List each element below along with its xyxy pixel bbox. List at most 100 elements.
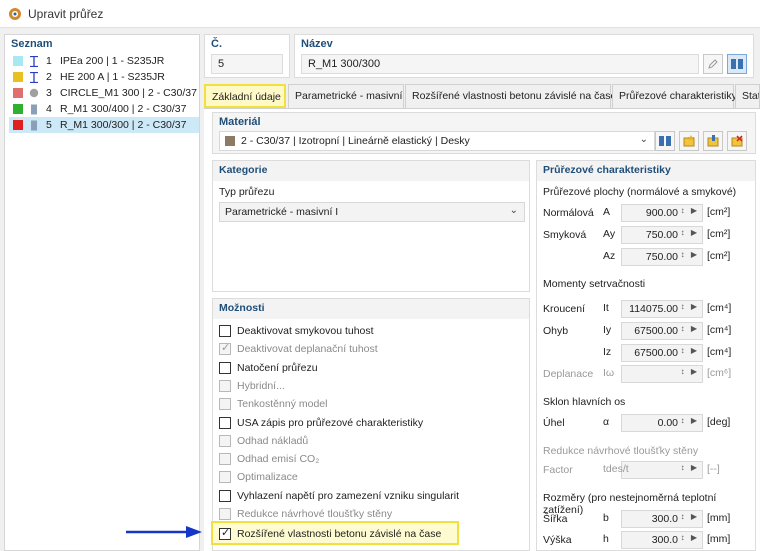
number-label: Č. [211, 38, 222, 50]
spinner-arrows-icon[interactable]: ↕ ▶ [681, 346, 699, 355]
torsion-label: Kroucení [543, 303, 586, 315]
spinner-arrows-icon[interactable]: ↕ ▶ [681, 302, 699, 311]
circle-section-icon [28, 87, 40, 99]
area-Az[interactable]: 750.00 ↕ ▶ [621, 248, 703, 266]
option-checkbox[interactable]: Rozšířené vlastnosti betonu závislé na č… [219, 526, 441, 542]
checkbox-unchecked[interactable] [219, 489, 231, 502]
area-Ay-unit: [cm²] [707, 228, 731, 240]
section-type-select[interactable]: Parametrické - masivní I ⌄ [219, 202, 525, 222]
angle-alpha[interactable]: 0.00 ↕ ▶ [621, 414, 703, 432]
checkbox-unchecked[interactable] [219, 325, 231, 337]
list-item-label: R_M1 300/400 | 2 - C30/37 [60, 103, 187, 115]
option-checkbox[interactable]: Natočení průřezu [219, 360, 318, 376]
tab-section-properties[interactable]: Průřezové charakteristiky [612, 84, 737, 108]
checkbox-unchecked[interactable] [219, 361, 231, 374]
option-checkbox: Odhad nákladů [219, 433, 308, 449]
option-checkbox[interactable]: Vyhlazení napětí pro zamezení vzniku sin… [219, 488, 459, 504]
option-label: Natočení průřezu [237, 361, 318, 374]
tab-parametric[interactable]: Parametrické - masivní I [288, 84, 408, 108]
library-button[interactable] [727, 54, 747, 74]
option-label: Tenkostěnný model [237, 398, 328, 411]
option-label: Deaktivovat deplanační tuhost [237, 343, 378, 356]
spinner-arrows-icon[interactable]: ↕ ▶ [681, 416, 699, 425]
spinner-arrows-icon[interactable]: ↕ ▶ [681, 250, 699, 259]
option-checkbox[interactable]: Deaktivovat smykovou tuhost [219, 323, 374, 339]
tab-time-dependent[interactable]: Rozšířené vlastnosti betonu závislé na č… [405, 84, 616, 108]
tab-bar: Základní údaje Parametrické - masivní I … [204, 84, 760, 108]
option-checkbox: Tenkostěnný model [219, 396, 327, 412]
color-swatch [13, 104, 23, 114]
checkbox-unchecked [219, 379, 231, 392]
warping-label: Deplanace [543, 368, 594, 380]
option-checkbox: Hybridní... [219, 378, 285, 394]
area-Ay[interactable]: 750.00 ↕ ▶ [621, 226, 703, 244]
angle-alpha-unit: [deg] [707, 416, 731, 428]
list-item[interactable]: 2 HE 200 A | 1 - S235JR [9, 69, 199, 85]
tab-stat[interactable]: Stat [735, 84, 760, 108]
spinner-arrows-icon[interactable]: ↕ ▶ [681, 206, 699, 215]
edit-material-button[interactable] [703, 131, 723, 151]
spinner-arrows-icon[interactable]: ↕ ▶ [681, 324, 699, 333]
areas-title: Průřezové plochy (normálové a smykové) [543, 186, 737, 198]
dim-b-symbol: b [603, 512, 609, 524]
list-item[interactable]: 4 R_M1 300/400 | 2 - C30/37 [9, 101, 199, 117]
spinner-arrows-icon[interactable]: ↕ ▶ [681, 512, 699, 521]
factor-tdes-symbol: tdes/t [603, 463, 629, 475]
material-label: Materiál [219, 116, 261, 128]
dim-b-unit: [mm] [707, 512, 731, 524]
material-value: 2 - C30/37 | Izotropní | Lineárně elasti… [241, 135, 470, 147]
tab-basic[interactable]: Základní údaje [204, 84, 286, 108]
option-label: Deaktivovat smykovou tuhost [237, 325, 374, 337]
area-A-symbol: A [603, 206, 611, 218]
inertia-Iz[interactable]: 67500.00 ↕ ▶ [621, 344, 703, 362]
material-select[interactable]: 2 - C30/37 | Izotropní | Lineárně elasti… [219, 131, 655, 151]
option-checkbox: Redukce návrhové tloušťky stěny [219, 506, 392, 522]
checkbox-unchecked[interactable] [219, 416, 231, 429]
options-panel: Možnosti Deaktivovat smykovou tuhost Deak… [212, 298, 530, 551]
name-label: Název [301, 38, 333, 50]
color-swatch [13, 72, 23, 82]
inertia-Iy[interactable]: 67500.00 ↕ ▶ [621, 322, 703, 340]
checkbox-unchecked [219, 508, 231, 520]
list-item[interactable]: 1 IPEa 200 | 1 - S235JR [9, 53, 199, 69]
edit-name-button[interactable] [703, 54, 723, 74]
factor-tdes: ↕ ▶ [621, 461, 703, 479]
inertia-Iz-value: 67500.00 [634, 347, 678, 359]
area-Az-value: 750.00 [645, 251, 678, 263]
checkbox-unchecked [219, 434, 231, 447]
inertia-It-symbol: It [603, 302, 609, 314]
option-label: Hybridní... [237, 379, 285, 392]
number-field[interactable]: 5 [211, 54, 283, 74]
chevron-down-icon: ⌄ [639, 134, 648, 145]
dim-b[interactable]: 300.0 ↕ ▶ [621, 510, 703, 528]
spinner-arrows-icon[interactable]: ↕ ▶ [681, 533, 699, 542]
area-A[interactable]: 900.00 ↕ ▶ [621, 204, 703, 222]
dim-h[interactable]: 300.0 ↕ ▶ [621, 531, 703, 549]
name-field[interactable]: R_M1 300/300 [301, 54, 699, 74]
option-checkbox[interactable]: USA zápis pro průřezové charakteristiky [219, 415, 423, 431]
inertia-Iy-value: 67500.00 [634, 325, 678, 337]
dim-h-symbol: h [603, 533, 609, 545]
inertia-It[interactable]: 114075.00 ↕ ▶ [621, 300, 703, 318]
material-library-button[interactable] [655, 131, 675, 151]
options-title: Možnosti [219, 302, 265, 314]
color-swatch [13, 56, 23, 66]
new-material-button[interactable] [679, 131, 699, 151]
checkbox-checked[interactable] [219, 526, 231, 540]
material-color-swatch [225, 136, 235, 146]
section-properties-panel: Průřezové charakteristiky Průřezové ploc… [536, 160, 756, 551]
pencil-icon [708, 59, 718, 69]
list-item-number: 5 [46, 119, 52, 131]
inertia-Iw-unit: [cm⁶] [707, 367, 732, 379]
new-material-icon [683, 135, 695, 147]
inertia-Iw: ↕ ▶ [621, 365, 703, 383]
inertia-Iz-symbol: Iz [603, 346, 612, 358]
option-label: Vyhlazení napětí pro zamezení vzniku sin… [237, 489, 459, 502]
delete-material-button[interactable] [727, 131, 747, 151]
list-item-number: 2 [46, 71, 52, 83]
list-item[interactable]: 5 R_M1 300/300 | 2 - C30/37 [9, 117, 199, 133]
list-item[interactable]: 3 CIRCLE_M1 300 | 2 - C30/37 [9, 85, 199, 101]
factor-tdes-unit: [--] [707, 463, 720, 475]
height-label: Výška [543, 534, 572, 546]
spinner-arrows-icon[interactable]: ↕ ▶ [681, 228, 699, 237]
